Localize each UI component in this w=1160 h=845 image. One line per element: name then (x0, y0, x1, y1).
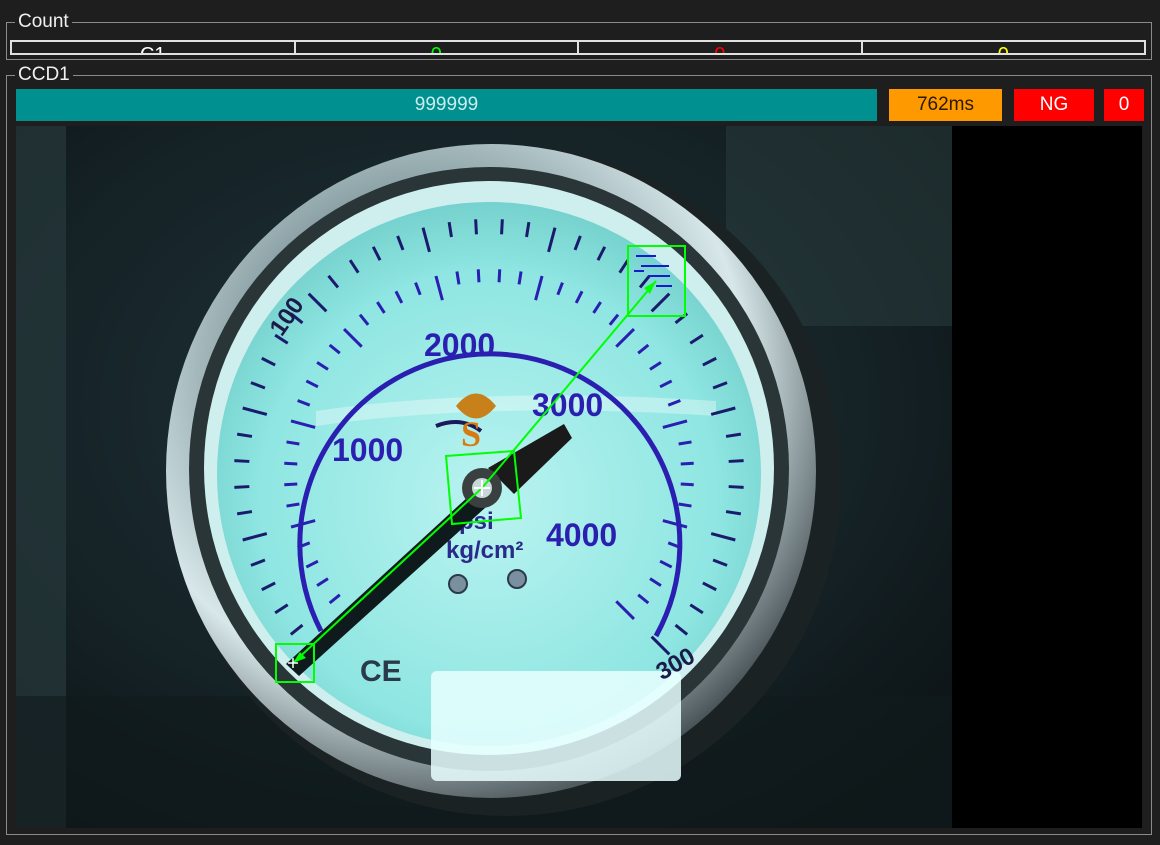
scale-label-1000: 1000 (332, 432, 403, 468)
gauge-tick (500, 219, 504, 235)
gauge-tick (728, 485, 744, 489)
barcode-bar: 999999 (16, 89, 877, 121)
ccd1-panel-title: CCD1 (15, 64, 73, 86)
count-panel: Count C1 0 0 0 (6, 11, 1152, 60)
camera-view[interactable]: 2000 3000 1000 4000 psi kg/cm² 100 300 C… (16, 126, 1142, 828)
count-cell-ng: 0 (579, 42, 863, 53)
gauge-inner-tick (455, 271, 461, 285)
ng-count-badge: 0 (1104, 89, 1144, 121)
count-cell-camera: C1 (12, 42, 296, 53)
gauge-inner-tick (286, 502, 300, 508)
unit-label-kgcm2: kg/cm² (446, 537, 523, 564)
scale-label-3000: 3000 (532, 387, 603, 423)
gauge-inner-tick (284, 482, 298, 487)
gauge-inner-tick (680, 482, 694, 487)
gauge-inner-tick (680, 461, 694, 466)
gauge-inner-tick (476, 269, 481, 283)
count-cell-ok: 0 (296, 42, 579, 53)
count-table: C1 0 0 0 (10, 40, 1146, 55)
elapsed-time-badge: 762ms (889, 89, 1002, 121)
count-panel-title: Count (15, 11, 72, 33)
gauge-inner-tick (497, 269, 502, 283)
scale-label-4000: 4000 (546, 517, 617, 553)
gauge-tick (728, 459, 744, 463)
gauge-tick (474, 219, 478, 235)
scale-label-2000: 2000 (424, 327, 495, 363)
gauge-inner-tick (678, 440, 692, 446)
result-badge: NG (1014, 89, 1094, 121)
count-cell-other: 0 (863, 42, 1145, 53)
gauge-tick (234, 459, 250, 463)
gauge-inner-tick (284, 461, 298, 466)
gauge-inner-tick (517, 271, 523, 285)
ce-mark: CE (360, 655, 402, 688)
gauge-tick (234, 485, 250, 489)
gauge-inner-tick (678, 502, 692, 508)
svg-text:S: S (461, 414, 481, 454)
camera-image: 2000 3000 1000 4000 psi kg/cm² 100 300 C… (16, 126, 1142, 828)
gauge-inner-tick (286, 440, 300, 446)
